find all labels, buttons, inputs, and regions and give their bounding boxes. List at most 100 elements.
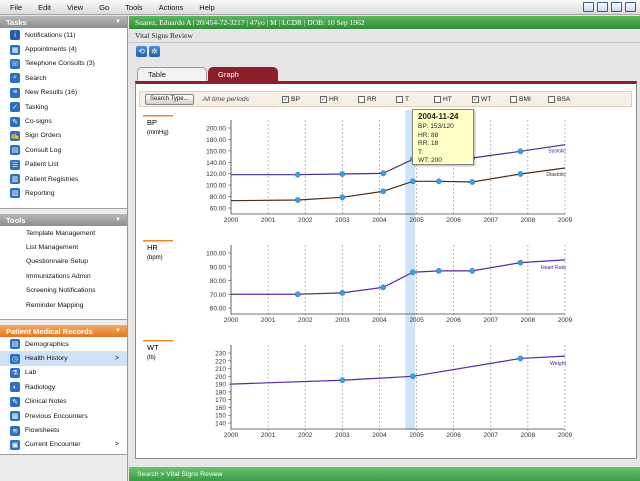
sidebar-item-phone[interactable]: ☏ Telephone Consults (3): [0, 57, 127, 71]
sidebar-item-encounters[interactable]: ▦ Previous Encounters: [0, 409, 127, 423]
x-tick-label: 2009: [558, 432, 573, 439]
checkbox-hr[interactable]: ✓ HR: [320, 95, 358, 103]
tools-item[interactable]: Questionnaire Setup: [0, 255, 127, 269]
checkbox-box[interactable]: [396, 95, 404, 103]
report-icon: ▧: [10, 188, 20, 199]
tools-item[interactable]: Screening Notifications: [0, 284, 127, 298]
data-point[interactable]: [409, 269, 416, 276]
data-point[interactable]: [294, 291, 301, 298]
checkbox-box[interactable]: ✓: [282, 95, 290, 103]
data-point[interactable]: [517, 355, 524, 362]
tools-header[interactable]: Tools ▼: [0, 214, 127, 226]
tab-table[interactable]: Table: [137, 67, 207, 81]
y-tick-label: 100.00: [206, 251, 226, 258]
sidebar-item-report[interactable]: ▧ Reporting: [0, 186, 127, 200]
data-point[interactable]: [435, 268, 442, 274]
sidebar-item-radiology[interactable]: ◐ Radiology: [0, 380, 127, 394]
x-tick-label: 2004: [372, 432, 387, 439]
data-point[interactable]: [339, 290, 346, 296]
checkbox-bp[interactable]: ✓ BP: [282, 95, 320, 103]
checkbox-ht[interactable]: HT: [434, 95, 472, 103]
y-tick-label: 80.00: [210, 278, 227, 285]
menu-edit[interactable]: Edit: [30, 3, 59, 12]
filter-bar: Search Type... All time periods ✓ BP ✓ HR RR…: [139, 91, 632, 107]
data-point[interactable]: [469, 268, 476, 274]
data-point[interactable]: [409, 178, 416, 185]
x-tick-label: 2008: [521, 432, 536, 439]
checkbox-box[interactable]: ✓: [320, 95, 328, 103]
checkbox-wt[interactable]: ✓ WT: [472, 95, 510, 103]
checkbox-box[interactable]: [510, 95, 518, 103]
sidebar-item-calendar[interactable]: ▦ Appointments (4): [0, 42, 127, 56]
tools-item[interactable]: List Management: [0, 240, 127, 254]
tools-item[interactable]: Reminder Mapping: [0, 298, 127, 312]
y-axis-unit: (bpm): [147, 255, 163, 261]
checkbox-t[interactable]: T: [396, 95, 434, 103]
menu-go[interactable]: Go: [91, 3, 117, 12]
data-point[interactable]: [435, 178, 442, 185]
tab-graph[interactable]: Graph: [208, 67, 278, 81]
x-tick-label: 2001: [261, 217, 276, 224]
sidebar-item-notes[interactable]: ✎ Clinical Notes: [0, 395, 127, 409]
checkbox-box[interactable]: ✓: [472, 95, 480, 103]
y-tick-label: 230: [215, 351, 226, 358]
menu-view[interactable]: View: [59, 3, 91, 12]
sidebar-item-label: Consult Log: [25, 146, 62, 154]
data-point[interactable]: [339, 194, 346, 201]
sidebar-item-demographics[interactable]: ▤ Demographics: [0, 337, 127, 351]
data-point[interactable]: [380, 170, 387, 177]
sidebar-item-results[interactable]: ≡ New Results (16): [0, 86, 127, 100]
sidebar-item-clock[interactable]: ◷ Health History >: [0, 351, 127, 366]
x-tick-label: 2003: [335, 432, 350, 439]
sidebar-item-flask[interactable]: ⚗ Lab: [0, 366, 127, 380]
sidebar-item-list[interactable]: ☰ Patient List: [0, 158, 127, 172]
menu-file[interactable]: File: [0, 3, 30, 12]
sidebar-item-info[interactable]: i Notifications (11): [0, 28, 127, 42]
search-type-button[interactable]: Search Type...: [145, 93, 194, 105]
phone-icon: ☏: [10, 58, 20, 69]
data-point[interactable]: [517, 259, 524, 266]
checkbox-bsa[interactable]: BSA: [548, 95, 586, 103]
restore-icon[interactable]: [597, 2, 608, 12]
data-point[interactable]: [517, 148, 524, 155]
menu-actions[interactable]: Actions: [151, 3, 192, 12]
data-point[interactable]: [339, 377, 346, 384]
data-point[interactable]: [294, 171, 301, 178]
tools-item[interactable]: Immunizations Admin: [0, 269, 127, 283]
sidebar-item-log[interactable]: ▤ Consult Log: [0, 143, 127, 157]
checkbox-box[interactable]: [434, 95, 442, 103]
settings-icon[interactable]: ✲: [149, 46, 160, 57]
data-point[interactable]: [380, 188, 387, 195]
tools-item[interactable]: Template Management: [0, 226, 127, 240]
info-icon: i: [10, 30, 20, 41]
refresh-icon[interactable]: ⟲: [136, 46, 147, 57]
data-point[interactable]: [469, 179, 476, 185]
sidebar-item-encounter[interactable]: ▣ Current Encounter >: [0, 438, 127, 452]
sidebar-item-flowsheet[interactable]: ≋ Flowsheets: [0, 423, 127, 437]
tools-list: Template Management List Management Questi…: [0, 226, 127, 320]
data-point[interactable]: [380, 284, 387, 291]
checkbox-box[interactable]: [358, 95, 366, 103]
data-point[interactable]: [409, 373, 416, 380]
help-icon[interactable]: [611, 2, 622, 12]
data-point[interactable]: [294, 197, 301, 203]
checkbox-box[interactable]: [548, 95, 556, 103]
checkbox-rr[interactable]: RR: [358, 95, 396, 103]
breadcrumb-search-link[interactable]: Search: [137, 471, 159, 478]
data-point[interactable]: [339, 171, 346, 177]
sidebar-item-search[interactable]: ⌕ Search: [0, 71, 127, 85]
menu-help[interactable]: Help: [191, 3, 222, 12]
flowsheet-icon: ≋: [10, 425, 20, 436]
sidebar-item-registry[interactable]: ▥ Patient Registries: [0, 172, 127, 186]
data-point[interactable]: [517, 171, 524, 177]
sidebar-item-tasking[interactable]: ✓ Tasking: [0, 100, 127, 114]
pmr-header[interactable]: Patient Medical Records ▼: [0, 325, 127, 337]
sidebar-item-sign[interactable]: ✍ Sign Orders: [0, 129, 127, 143]
minimize-icon[interactable]: [583, 2, 594, 12]
menu-tools[interactable]: Tools: [117, 3, 151, 12]
checkbox-bmi[interactable]: BMI: [510, 95, 548, 103]
sidebar-item-cosign[interactable]: ✎ Co-signs: [0, 114, 127, 128]
x-tick-label: 2005: [409, 217, 424, 224]
tasks-header[interactable]: Tasks ▼: [0, 16, 127, 28]
close-icon[interactable]: [625, 2, 636, 12]
